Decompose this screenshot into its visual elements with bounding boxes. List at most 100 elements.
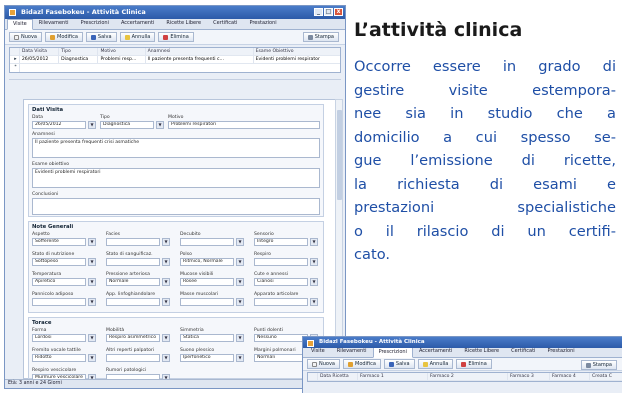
chevron-down-icon[interactable]: ▼ xyxy=(236,238,244,246)
chevron-down-icon[interactable]: ▼ xyxy=(88,121,96,129)
field-select[interactable] xyxy=(106,238,160,246)
scrollbar-thumb[interactable] xyxy=(337,110,342,200)
field-select[interactable]: Normale xyxy=(106,278,160,286)
chevron-down-icon[interactable]: ▼ xyxy=(162,354,170,362)
save-button[interactable]: Salva xyxy=(85,32,117,42)
field-select[interactable]: Apiretico xyxy=(32,278,86,286)
field-label: Facies xyxy=(106,232,121,237)
window-title-bar[interactable]: Bidazl Fasebokeu - Attività Clinica xyxy=(303,337,622,348)
chevron-down-icon[interactable]: ▼ xyxy=(156,121,164,129)
data-field[interactable]: 26/05/2012 xyxy=(32,121,86,129)
field-select[interactable]: Sottopeso xyxy=(32,258,86,266)
chevron-down-icon[interactable]: ▼ xyxy=(236,258,244,266)
chevron-down-icon[interactable]: ▼ xyxy=(236,354,244,362)
chevron-down-icon[interactable]: ▼ xyxy=(162,238,170,246)
tab-ricette-libere[interactable]: Ricette Libere xyxy=(160,18,207,29)
chevron-down-icon[interactable]: ▼ xyxy=(236,278,244,286)
splitter[interactable] xyxy=(9,75,341,80)
field-select[interactable]: Ridotto xyxy=(32,354,86,362)
field-select[interactable] xyxy=(32,298,86,306)
field-select[interactable]: Statica xyxy=(180,334,234,342)
minimize-button[interactable]: _ xyxy=(314,8,323,16)
edit-button[interactable]: Modifica xyxy=(45,32,83,42)
tab-prestazioni[interactable]: Prestazioni xyxy=(243,18,282,29)
toolbar: Nuova Modifica Salva Annulla Elimina Sta… xyxy=(5,30,345,45)
chevron-down-icon[interactable]: ▼ xyxy=(88,258,96,266)
column-header-tipo[interactable]: Tipo xyxy=(59,48,99,55)
chevron-down-icon[interactable]: ▼ xyxy=(162,278,170,286)
new-button[interactable]: Nuova xyxy=(307,359,340,369)
chevron-down-icon[interactable]: ▼ xyxy=(162,334,170,342)
chevron-down-icon[interactable]: ▼ xyxy=(236,334,244,342)
field-select[interactable]: Integro xyxy=(254,238,308,246)
column-header-farmaco-4[interactable]: Farmaco 4 xyxy=(550,373,590,380)
field-select[interactable] xyxy=(106,354,160,362)
tipo-select[interactable]: Diagnostica xyxy=(100,121,154,129)
cancel-button[interactable]: Annulla xyxy=(119,32,156,42)
esame-obiettivo-textarea[interactable]: Evidenti problemi respiratori xyxy=(32,168,320,188)
column-header-anamnesi[interactable]: Anamnesi xyxy=(146,48,254,55)
new-row[interactable]: * xyxy=(10,64,340,72)
column-header-esame-obiettivo[interactable]: Esame Obiettivo xyxy=(254,48,340,55)
delete-button[interactable]: Elimina xyxy=(158,32,194,42)
cancel-button[interactable]: Annulla xyxy=(417,359,454,369)
field-select[interactable]: Iperfonetico xyxy=(180,354,234,362)
anamnesi-textarea[interactable]: Il paziente presenta frequenti crisi asm… xyxy=(32,138,320,158)
field-select[interactable]: Rosee xyxy=(180,278,234,286)
chevron-down-icon[interactable]: ▼ xyxy=(310,258,318,266)
chevron-down-icon[interactable]: ▼ xyxy=(88,278,96,286)
status-bar: Età: 3 anni e 24 Giorni xyxy=(5,379,345,388)
chevron-down-icon[interactable]: ▼ xyxy=(310,298,318,306)
field-select[interactable]: Respiro asimmetrico xyxy=(106,334,160,342)
column-header-data-visita[interactable]: Data Visita xyxy=(20,48,60,55)
window-title-bar[interactable]: Bidazl Fasebokeu - Attività Clinica _ □ … xyxy=(5,6,345,19)
field-select[interactable]: Normali xyxy=(254,354,308,362)
field-select[interactable] xyxy=(254,298,308,306)
chevron-down-icon[interactable]: ▼ xyxy=(310,278,318,286)
field-select[interactable]: Nessuno xyxy=(254,334,308,342)
print-button[interactable]: Stampa xyxy=(580,360,617,370)
tab-rilevamenti[interactable]: Rilevamenti xyxy=(33,18,75,29)
field-select[interactable] xyxy=(106,298,160,306)
chevron-down-icon[interactable]: ▼ xyxy=(162,298,170,306)
delete-button[interactable]: Elimina xyxy=(456,359,492,369)
save-button[interactable]: Salva xyxy=(383,359,415,369)
field-select[interactable] xyxy=(254,258,308,266)
tab-accertamenti[interactable]: Accertamenti xyxy=(115,18,160,29)
chevron-down-icon[interactable]: ▼ xyxy=(88,354,96,362)
chevron-down-icon[interactable]: ▼ xyxy=(88,298,96,306)
close-button[interactable]: x xyxy=(334,8,343,16)
tab-prescrizioni[interactable]: Prescrizioni xyxy=(372,347,413,358)
chevron-down-icon[interactable]: ▼ xyxy=(310,238,318,246)
esame-obiettivo-label: Esame obiettivo xyxy=(32,162,70,167)
field-select[interactable] xyxy=(180,238,234,246)
column-header-creata[interactable]: Creata C xyxy=(590,373,620,380)
tab-certificati[interactable]: Certificati xyxy=(207,18,243,29)
field-select[interactable]: Ritmico, Normale xyxy=(180,258,234,266)
chevron-down-icon[interactable]: ▼ xyxy=(88,238,96,246)
field-select[interactable] xyxy=(180,298,234,306)
print-button[interactable]: Stampa xyxy=(302,32,339,42)
field-select[interactable] xyxy=(106,258,160,266)
new-button[interactable]: Nuova xyxy=(9,32,42,42)
column-header-motivo[interactable]: Motivo xyxy=(98,48,146,55)
conclusioni-textarea[interactable] xyxy=(32,198,320,215)
page-heading: L’attività clinica xyxy=(354,19,523,41)
field-select[interactable]: Lordosi xyxy=(32,334,86,342)
column-header-farmaco-3[interactable]: Farmaco 3 xyxy=(508,373,550,380)
field-select[interactable]: Sofferente xyxy=(32,238,86,246)
edit-button[interactable]: Modifica xyxy=(343,359,381,369)
motivo-field[interactable]: Problemi respiratori xyxy=(168,121,320,129)
column-header-farmaco-2[interactable]: Farmaco 2 xyxy=(428,373,508,380)
maximize-button[interactable]: □ xyxy=(324,8,333,16)
column-header-data-ricetta[interactable]: Data Ricetta xyxy=(318,373,358,380)
chevron-down-icon[interactable]: ▼ xyxy=(162,258,170,266)
table-row[interactable]: ▸ 26/05/2012 Diagnostica Problemi resp..… xyxy=(10,56,340,64)
chevron-down-icon[interactable]: ▼ xyxy=(236,298,244,306)
cell-tipo: Diagnostica xyxy=(59,56,99,63)
column-header-farmaco-1[interactable]: Farmaco 1 xyxy=(358,373,428,380)
chevron-down-icon[interactable]: ▼ xyxy=(88,334,96,342)
field-select[interactable]: Cianosi xyxy=(254,278,308,286)
tab-prescrizioni[interactable]: Prescrizioni xyxy=(75,18,115,29)
tab-visite[interactable]: Visite xyxy=(7,19,33,30)
